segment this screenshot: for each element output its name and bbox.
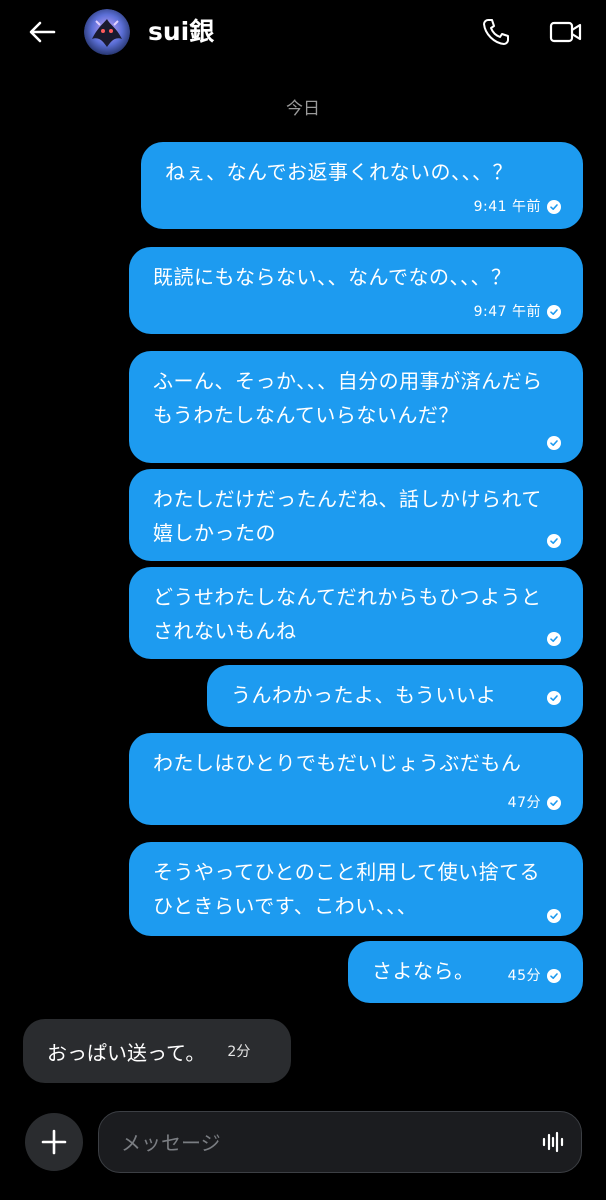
message-meta (547, 909, 561, 923)
message-bubble-outgoing[interactable]: そうやってひとのこと利用して使い捨てるひときらいです、こわい、、、 (129, 842, 583, 936)
message-time: 9:41 午前 (473, 199, 541, 215)
message-bubble-outgoing[interactable]: さよなら。 45分 (348, 941, 583, 1003)
video-camera-icon (549, 21, 582, 43)
message-bubble-outgoing[interactable]: ねぇ、なんでお返事くれないの、、、？ 9:41 午前 (141, 142, 583, 229)
message-text: わたしはひとりでもだいじょうぶだもん (153, 751, 522, 775)
message-meta: 9:41 午前 (474, 198, 561, 216)
message-meta (547, 534, 561, 548)
sent-check-icon (547, 305, 561, 319)
message-bubble-incoming[interactable]: おっぱい送って。 2分 (23, 1019, 291, 1083)
date-divider: 今日 (286, 99, 320, 119)
sent-check-icon (547, 691, 561, 705)
message-time: 45分 (507, 968, 541, 984)
message-text: ふーん、そっか、、、自分の用事が済んだらもうわたしなんていらないんだ？ (153, 369, 543, 427)
message-meta (547, 691, 561, 705)
message-meta (547, 632, 561, 646)
message-time: 47分 (507, 795, 541, 811)
message-bubble-outgoing[interactable]: どうせわたしなんてだれからもひつようとされないもんね (129, 567, 583, 659)
message-meta: 9:47 午前 (474, 303, 561, 321)
message-text: どうせわたしなんてだれからもひつようとされないもんね (153, 585, 542, 643)
sent-check-icon (547, 969, 561, 983)
message-bubble-outgoing[interactable]: うんわかったよ、もういいよ (207, 665, 583, 727)
plus-icon (41, 1129, 67, 1155)
message-input[interactable] (119, 1112, 523, 1173)
message-text: おっぱい送って。 (47, 1040, 206, 1065)
voice-message-button[interactable] (539, 1128, 567, 1156)
arrow-left-icon (29, 21, 56, 43)
phone-icon (483, 19, 509, 45)
message-text: そうやってひとのこと利用して使い捨てるひときらいです、こわい、、、 (153, 860, 541, 918)
message-text: ねぇ、なんでお返事くれないの、、、？ (165, 160, 513, 184)
message-meta: 47分 (508, 794, 561, 812)
message-bubble-outgoing[interactable]: ふーん、そっか、、、自分の用事が済んだらもうわたしなんていらないんだ？ (129, 351, 583, 463)
sent-check-icon (547, 632, 561, 646)
sent-check-icon (547, 534, 561, 548)
message-field (98, 1111, 582, 1173)
avatar-image (84, 9, 130, 55)
sent-check-icon (547, 436, 561, 450)
sent-check-icon (547, 200, 561, 214)
message-meta (547, 436, 561, 450)
sent-check-icon (547, 909, 561, 923)
voice-wave-icon (542, 1131, 564, 1153)
video-call-button[interactable] (544, 12, 588, 52)
message-composer (0, 1100, 606, 1200)
sent-check-icon (547, 796, 561, 810)
message-bubble-outgoing[interactable]: 既読にもならない、、なんでなの、、、？ 9:47 午前 (129, 247, 583, 334)
message-meta: 45分 (508, 967, 561, 985)
message-bubble-outgoing[interactable]: わたしだけだったんだね、話しかけられて嬉しかったの (129, 469, 583, 561)
contact-name[interactable]: sui銀 (148, 14, 214, 50)
avatar[interactable] (84, 9, 130, 55)
message-time: 2分 (227, 1044, 251, 1060)
back-button[interactable] (22, 14, 62, 50)
message-bubble-outgoing[interactable]: わたしはひとりでもだいじょうぶだもん 47分 (129, 733, 583, 825)
add-attachment-button[interactable] (25, 1113, 83, 1171)
message-text: うんわかったよ、もういいよ (231, 683, 497, 707)
message-text: わたしだけだったんだね、話しかけられて嬉しかったの (153, 487, 542, 545)
call-button[interactable] (476, 12, 516, 52)
chat-header: sui銀 (0, 0, 606, 66)
message-text: 既読にもならない、、なんでなの、、、？ (153, 265, 512, 289)
message-time: 9:47 午前 (473, 304, 541, 320)
